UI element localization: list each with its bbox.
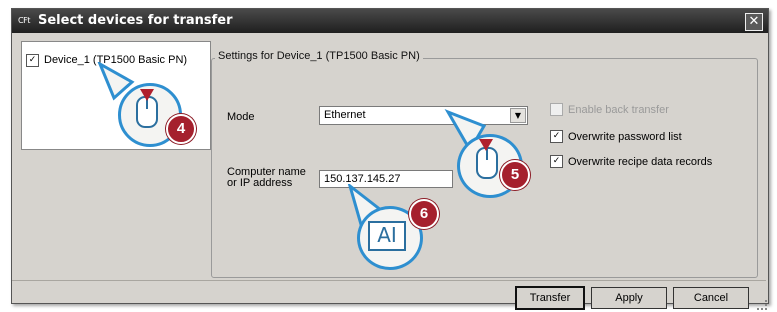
enable-back-transfer-checkbox bbox=[550, 103, 563, 116]
chevron-down-icon[interactable]: ▼ bbox=[510, 108, 526, 123]
device-checkbox[interactable]: ✓ bbox=[26, 53, 39, 67]
mode-select[interactable]: Ethernet ▼ bbox=[319, 106, 528, 125]
overwrite-password-label: Overwrite password list bbox=[568, 130, 682, 143]
mode-label: Mode bbox=[227, 111, 255, 123]
settings-group-title: Settings for Device_1 (TP1500 Basic PN) bbox=[215, 50, 423, 62]
resize-grip-icon[interactable] bbox=[757, 300, 767, 310]
overwrite-recipe-option[interactable]: ✓ Overwrite recipe data records bbox=[550, 155, 712, 168]
address-label-line2: or IP address bbox=[227, 177, 293, 189]
callout-4-badge: 4 bbox=[166, 114, 196, 144]
overwrite-password-checkbox[interactable]: ✓ bbox=[550, 130, 563, 143]
callout-6-badge: 6 bbox=[409, 199, 439, 229]
transfer-button[interactable]: Transfer bbox=[515, 286, 585, 310]
close-icon: ✕ bbox=[748, 14, 760, 29]
app-icon: CFt bbox=[18, 16, 30, 25]
overwrite-recipe-checkbox[interactable]: ✓ bbox=[550, 155, 563, 168]
button-separator bbox=[12, 280, 766, 281]
title-bar[interactable]: CFt Select devices for transfer ✕ bbox=[12, 9, 768, 33]
overwrite-password-option[interactable]: ✓ Overwrite password list bbox=[550, 130, 682, 143]
enable-back-transfer-label: Enable back transfer bbox=[568, 103, 669, 116]
enable-back-transfer-option: Enable back transfer bbox=[550, 103, 669, 116]
mode-value: Ethernet bbox=[324, 109, 366, 121]
callout-5-badge: 5 bbox=[500, 160, 530, 190]
apply-button[interactable]: Apply bbox=[591, 287, 667, 309]
click-arrow-icon bbox=[479, 139, 493, 151]
text-input-icon: AI bbox=[368, 221, 406, 251]
overwrite-recipe-label: Overwrite recipe data records bbox=[568, 155, 713, 168]
cancel-button[interactable]: Cancel bbox=[673, 287, 749, 309]
dialog-title: Select devices for transfer bbox=[38, 13, 233, 28]
close-button[interactable]: ✕ bbox=[745, 13, 763, 31]
click-arrow-icon bbox=[140, 89, 154, 101]
